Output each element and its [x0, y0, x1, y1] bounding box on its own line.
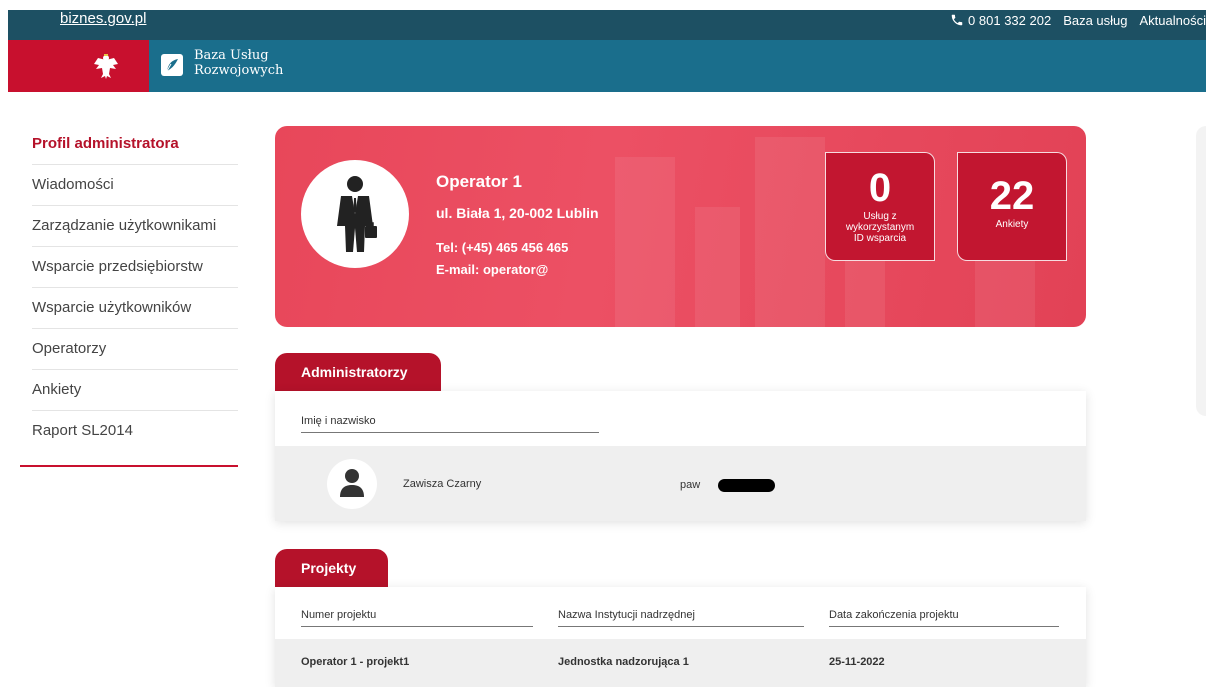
profile-card: Operator 1 ul. Biała 1, 20-002 Lublin Te…	[275, 126, 1086, 327]
column-header-nazwa-instytucji[interactable]: Nazwa Instytucji nadrzędnej	[558, 609, 804, 627]
nav-link-aktualnosci[interactable]: Aktualności	[1140, 13, 1206, 28]
sidebar-item-wsparcie-uzytkownikow[interactable]: Wsparcie użytkowników	[32, 288, 238, 329]
stat-value: 0	[868, 166, 892, 210]
sidebar-divider	[20, 465, 238, 467]
column-header-imie-nazwisko[interactable]: Imię i nazwisko	[301, 415, 599, 433]
stat-box-uslugi[interactable]: 0 Usług z wykorzystanym ID wsparcia	[825, 152, 935, 261]
operator-email: E-mail: operator@	[436, 262, 549, 277]
bur-logo-text[interactable]: Baza Usług Rozwojowych	[194, 48, 283, 78]
top-bar-right: 0 801 332 202 Baza usług Aktualności	[950, 10, 1206, 30]
column-header-data-zakonczenia[interactable]: Data zakończenia projektu	[829, 609, 1059, 627]
table-row[interactable]: Zawisza Czarny paw	[275, 446, 1086, 521]
project-number: Operator 1 - projekt1	[301, 656, 410, 668]
phone-icon	[951, 14, 963, 26]
sidebar-nav: Profil administratora Wiadomości Zarządz…	[32, 124, 238, 452]
bg-building	[615, 157, 675, 327]
sidebar-item-ankiety[interactable]: Ankiety	[32, 370, 238, 411]
admin-name: Zawisza Czarny	[403, 478, 482, 490]
site-header: Baza Usług Rozwojowych	[8, 40, 1206, 92]
top-bar-strip: biznes.gov.pl 0 801 332 202 Baza usług A…	[8, 10, 1206, 40]
top-bar: biznes.gov.pl 0 801 332 202 Baza usług A…	[0, 0, 1206, 40]
stat-label: wykorzystanym	[845, 222, 915, 233]
biznes-gov-link[interactable]: biznes.gov.pl	[60, 9, 146, 29]
bur-logo-icon[interactable]	[161, 54, 183, 76]
sidebar-item-profil-administratora[interactable]: Profil administratora	[32, 124, 238, 165]
right-side-panel-edge	[1196, 126, 1206, 416]
stat-value: 22	[989, 174, 1035, 218]
sidebar-item-raport-sl2014[interactable]: Raport SL2014	[32, 411, 238, 452]
stat-box-ankiety[interactable]: 22 Ankiety	[957, 152, 1067, 261]
project-institution: Jednostka nadzorująca 1	[558, 656, 689, 668]
stat-label: ID wsparcia	[853, 233, 907, 244]
stat-label: Usług z	[863, 211, 897, 222]
operator-phone: Tel: (+45) 465 456 465	[436, 240, 569, 255]
nav-link-baza-uslug[interactable]: Baza usług	[1063, 13, 1127, 28]
tab-projekty[interactable]: Projekty	[275, 549, 388, 587]
user-avatar	[327, 459, 377, 509]
projects-panel: Numer projektu Nazwa Instytucji nadrzędn…	[275, 587, 1086, 687]
bg-building	[695, 207, 740, 327]
sidebar-item-wsparcie-przedsiebiorstw[interactable]: Wsparcie przedsiębiorstw	[32, 247, 238, 288]
tab-administratorzy[interactable]: Administratorzy	[275, 353, 441, 391]
logo-line-1: Baza Usług	[194, 48, 269, 63]
column-header-numer-projektu[interactable]: Numer projektu	[301, 609, 533, 627]
stat-label: Ankiety	[995, 219, 1029, 230]
person-icon	[340, 469, 364, 497]
table-row[interactable]: Operator 1 - projekt1 Jednostka nadzoruj…	[275, 639, 1086, 687]
gov-red-block	[8, 40, 149, 92]
admin-login: paw	[680, 479, 701, 491]
project-end-date: 25-11-2022	[829, 656, 885, 668]
operator-avatar	[301, 160, 409, 268]
sidebar-item-zarzadzanie-uzytkownikami[interactable]: Zarządzanie użytkownikami	[32, 206, 238, 247]
polish-eagle-emblem	[94, 54, 118, 79]
operator-name: Operator 1	[436, 172, 522, 191]
bg-building	[755, 137, 825, 327]
sidebar-item-wiadomosci[interactable]: Wiadomości	[32, 165, 238, 206]
admins-panel: Imię i nazwisko Zawisza Czarny paw	[275, 391, 1086, 521]
phone-number[interactable]: 0 801 332 202	[968, 13, 1051, 28]
sidebar-item-operatorzy[interactable]: Operatorzy	[32, 329, 238, 370]
businessman-icon	[337, 176, 377, 252]
logo-line-2: Rozwojowych	[194, 63, 284, 78]
redaction-bar	[718, 479, 775, 492]
operator-address: ul. Biała 1, 20-002 Lublin	[436, 205, 599, 221]
